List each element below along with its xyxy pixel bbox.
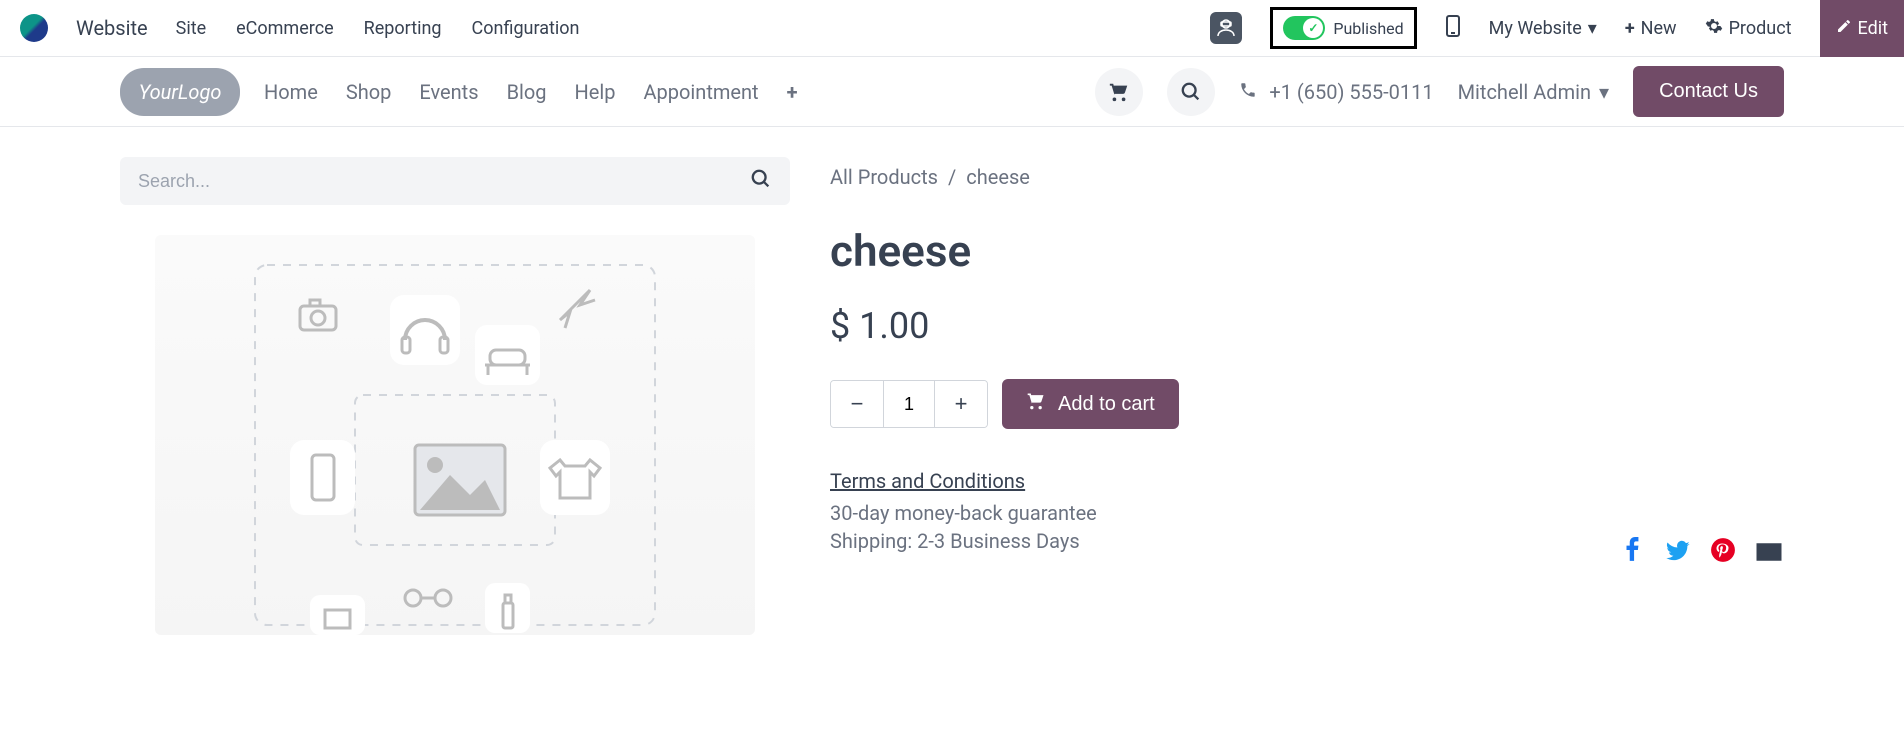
contact-us-button[interactable]: Contact Us [1633,66,1784,117]
site-header: YourLogo Home Shop Events Blog Help Appo… [0,57,1904,127]
user-dropdown[interactable]: Mitchell Admin ▾ [1458,80,1609,104]
new-button[interactable]: + New [1625,18,1677,39]
nav-help[interactable]: Help [575,80,616,104]
my-website-dropdown[interactable]: My Website ▾ [1489,18,1597,39]
admin-nav-site[interactable]: Site [176,18,207,39]
phone-contact[interactable]: +1 (650) 555-0111 [1239,80,1433,104]
new-label: New [1641,18,1677,39]
my-website-label: My Website [1489,18,1582,39]
mobile-preview-icon[interactable] [1445,15,1461,42]
product-label: Product [1729,18,1792,39]
search-button[interactable] [1167,68,1215,116]
site-nav: Home Shop Events Blog Help Appointment + [264,80,798,104]
product-settings-button[interactable]: Product [1705,17,1792,40]
facebook-icon[interactable] [1620,537,1646,574]
qty-minus-button[interactable]: − [831,381,883,427]
app-title: Website [76,16,148,40]
gear-icon [1705,17,1723,40]
add-to-cart-button[interactable]: Add to cart [1002,379,1179,429]
caret-down-icon: ▾ [1588,18,1597,39]
add-to-cart-label: Add to cart [1058,393,1155,416]
cart-row: − + Add to cart [830,379,1784,429]
nav-events[interactable]: Events [419,80,478,104]
search-icon [750,168,772,194]
product-title: cheese [830,225,1784,277]
breadcrumb-separator: / [948,165,956,189]
site-logo[interactable]: YourLogo [120,68,240,116]
admin-nav: Site eCommerce Reporting Configuration [176,18,580,39]
nav-shop[interactable]: Shop [346,80,392,104]
edit-label: Edit [1858,18,1888,39]
admin-bar: Website Site eCommerce Reporting Configu… [0,0,1904,57]
qty-plus-button[interactable]: + [935,381,987,427]
quantity-stepper: − + [830,380,988,428]
app-logo-icon [20,14,48,42]
breadcrumb-current: cheese [966,165,1030,189]
add-page-icon[interactable]: + [787,80,798,104]
right-column: All Products / cheese cheese $ 1.00 − + … [830,157,1784,635]
left-column [120,157,790,635]
admin-nav-configuration[interactable]: Configuration [472,18,580,39]
toggle-switch-icon: ✓ [1283,16,1325,40]
admin-right: My Website ▾ + New Product [1445,15,1792,42]
search-input[interactable] [138,171,750,192]
edit-button[interactable]: Edit [1820,0,1904,57]
nav-home[interactable]: Home [264,80,318,104]
breadcrumb: All Products / cheese [830,165,1784,189]
product-price: $ 1.00 [830,305,1784,347]
product-search[interactable] [120,157,790,205]
pinterest-icon[interactable] [1710,537,1736,574]
twitter-icon[interactable] [1664,537,1692,574]
admin-nav-reporting[interactable]: Reporting [364,18,442,39]
caret-down-icon: ▾ [1599,80,1609,104]
terms-link[interactable]: Terms and Conditions [830,469,1784,493]
content: All Products / cheese cheese $ 1.00 − + … [0,127,1904,665]
plus-icon: + [1625,18,1635,39]
guarantee-text: 30-day money-back guarantee [830,501,1784,525]
product-image-placeholder [155,235,755,635]
admin-nav-ecommerce[interactable]: eCommerce [236,18,334,39]
cart-icon [1026,391,1046,417]
breadcrumb-root[interactable]: All Products [830,165,938,189]
avatar[interactable] [1210,12,1242,44]
published-toggle[interactable]: ✓ Published [1270,7,1416,49]
cart-button[interactable] [1095,68,1143,116]
pencil-icon [1836,18,1852,39]
phone-icon [1239,80,1257,104]
email-icon[interactable] [1754,537,1784,574]
nav-blog[interactable]: Blog [507,80,547,104]
qty-input[interactable] [883,381,935,427]
published-label: Published [1333,19,1403,38]
nav-appointment[interactable]: Appointment [644,80,759,104]
phone-number: +1 (650) 555-0111 [1269,80,1433,104]
user-name: Mitchell Admin [1458,80,1591,104]
